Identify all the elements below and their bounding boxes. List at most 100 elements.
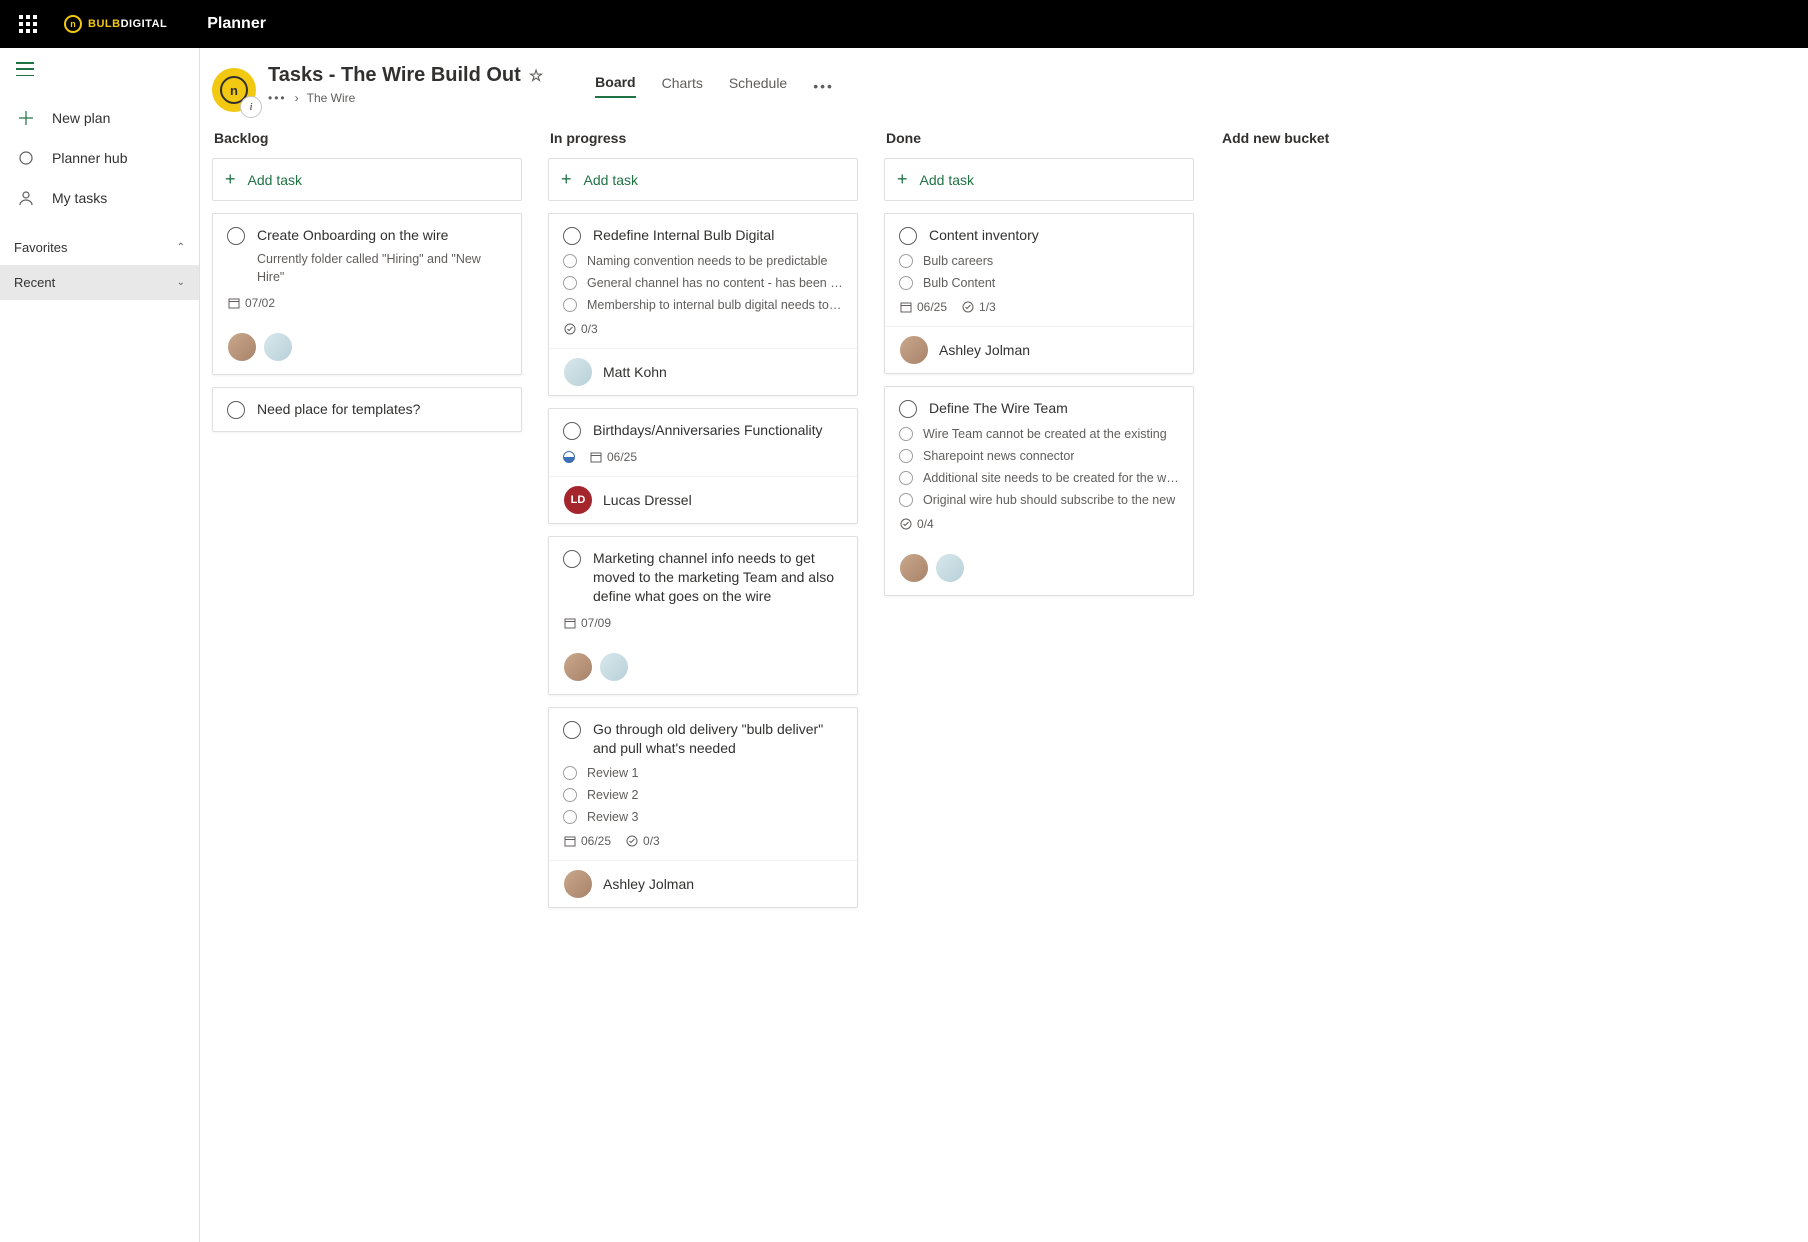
task-card[interactable]: Birthdays/Anniversaries Functionality06/… — [548, 408, 858, 524]
assignee-name: Ashley Jolman — [603, 876, 694, 892]
checklist-item-label: Review 1 — [587, 766, 638, 780]
avatar[interactable] — [899, 553, 929, 583]
add-task-button[interactable]: +Add task — [548, 158, 858, 201]
task-assignee[interactable]: Ashley Jolman — [549, 860, 857, 907]
task-title: Create Onboarding on the wire — [257, 226, 448, 245]
tab-board[interactable]: Board — [595, 74, 635, 98]
tab-schedule[interactable]: Schedule — [729, 75, 787, 97]
checklist-item[interactable]: Original wire hub should subscribe to th… — [899, 492, 1179, 507]
progress-icon — [961, 301, 974, 314]
favorites-section[interactable]: Favorites ⌃ — [0, 230, 199, 265]
add-task-button[interactable]: +Add task — [884, 158, 1194, 201]
task-assignee[interactable]: LD Lucas Dressel — [549, 476, 857, 523]
task-assignees[interactable] — [885, 543, 1193, 595]
add-bucket-button[interactable]: Add new bucket — [1220, 126, 1331, 150]
new-plan-button[interactable]: New plan — [0, 98, 199, 138]
recent-section[interactable]: Recent ⌄ — [0, 265, 199, 300]
bucket-title[interactable]: Done — [884, 126, 1194, 158]
task-card[interactable]: Content inventoryBulb careersBulb Conten… — [884, 213, 1194, 374]
checklist-item[interactable]: Naming convention needs to be predictabl… — [563, 253, 843, 268]
app-launcher-icon[interactable] — [12, 8, 44, 40]
task-meta: 0/3 — [563, 322, 843, 336]
complete-circle-icon[interactable] — [563, 422, 581, 440]
breadcrumb-more-icon[interactable]: ••• — [268, 91, 287, 105]
checklist-item[interactable]: Membership to internal bulb digital need… — [563, 297, 843, 312]
avatar[interactable] — [563, 652, 593, 682]
my-tasks-link[interactable]: My tasks — [0, 178, 199, 218]
checklist-circle-icon[interactable] — [563, 298, 577, 312]
checklist-item-label: Wire Team cannot be created at the exist… — [923, 427, 1167, 441]
avatar[interactable]: LD — [563, 485, 593, 515]
plan-avatar[interactable]: n i — [212, 68, 256, 112]
avatar[interactable] — [563, 869, 593, 899]
task-assignees[interactable] — [213, 322, 521, 374]
checklist-item[interactable]: Bulb careers — [899, 253, 1179, 268]
planner-hub-link[interactable]: Planner hub — [0, 138, 199, 178]
checklist-circle-icon[interactable] — [563, 254, 577, 268]
checklist-circle-icon[interactable] — [899, 254, 913, 268]
task-assignees[interactable] — [549, 642, 857, 694]
checklist-circle-icon[interactable] — [563, 276, 577, 290]
avatar[interactable] — [599, 652, 629, 682]
avatar[interactable] — [935, 553, 965, 583]
avatar[interactable] — [263, 332, 293, 362]
task-assignee[interactable]: Ashley Jolman — [885, 326, 1193, 373]
task-assignee[interactable]: Matt Kohn — [549, 348, 857, 395]
checklist-circle-icon[interactable] — [899, 493, 913, 507]
hamburger-icon[interactable] — [0, 48, 199, 90]
task-meta: 06/25 — [563, 450, 843, 464]
favorite-star-icon[interactable]: ☆ — [529, 66, 543, 86]
calendar-icon — [563, 616, 576, 629]
avatar[interactable] — [563, 357, 593, 387]
checklist-item-label: Review 3 — [587, 810, 638, 824]
checklist-circle-icon[interactable] — [899, 471, 913, 485]
tab-more-icon[interactable]: ••• — [813, 78, 834, 94]
task-card[interactable]: Marketing channel info needs to get move… — [548, 536, 858, 695]
complete-circle-icon[interactable] — [563, 550, 581, 568]
complete-circle-icon[interactable] — [899, 400, 917, 418]
bucket-title[interactable]: In progress — [548, 126, 858, 158]
checklist-circle-icon[interactable] — [563, 788, 577, 802]
task-card[interactable]: Define The Wire TeamWire Team cannot be … — [884, 386, 1194, 596]
checklist-item[interactable]: Additional site needs to be created for … — [899, 470, 1179, 485]
task-card[interactable]: Need place for templates? — [212, 387, 522, 432]
calendar-icon — [563, 835, 576, 848]
task-card[interactable]: Create Onboarding on the wire Currently f… — [212, 213, 522, 375]
complete-circle-icon[interactable] — [563, 227, 581, 245]
checklist-circle-icon[interactable] — [563, 810, 577, 824]
brand-logo[interactable]: n BULBDIGITAL — [64, 15, 167, 33]
tab-charts[interactable]: Charts — [662, 75, 703, 97]
plus-icon: + — [561, 169, 572, 190]
complete-circle-icon[interactable] — [227, 227, 245, 245]
checklist-item[interactable]: Review 3 — [563, 809, 843, 824]
task-title: Marketing channel info needs to get move… — [593, 549, 843, 606]
complete-circle-icon[interactable] — [563, 721, 581, 739]
checklist-circle-icon[interactable] — [563, 766, 577, 780]
task-card[interactable]: Redefine Internal Bulb DigitalNaming con… — [548, 213, 858, 396]
avatar[interactable] — [899, 335, 929, 365]
checklist-item[interactable]: Sharepoint news connector — [899, 448, 1179, 463]
checklist-circle-icon[interactable] — [899, 427, 913, 441]
breadcrumb-parent[interactable]: The Wire — [307, 91, 356, 105]
bucket-title[interactable]: Backlog — [212, 126, 522, 158]
my-tasks-label: My tasks — [52, 190, 107, 206]
bucket: Done+Add task Content inventoryBulb caree… — [884, 126, 1194, 608]
complete-circle-icon[interactable] — [227, 401, 245, 419]
checklist-item[interactable]: Wire Team cannot be created at the exist… — [899, 426, 1179, 441]
checklist-item[interactable]: Bulb Content — [899, 275, 1179, 290]
info-icon[interactable]: i — [240, 96, 262, 118]
due-date: 06/25 — [589, 450, 637, 464]
add-task-button[interactable]: +Add task — [212, 158, 522, 201]
checklist-item[interactable]: Review 1 — [563, 765, 843, 780]
checklist-circle-icon[interactable] — [899, 276, 913, 290]
app-name[interactable]: Planner — [207, 15, 266, 33]
task-description: Currently folder called "Hiring" and "Ne… — [257, 251, 507, 286]
checklist-circle-icon[interactable] — [899, 449, 913, 463]
checklist-item[interactable]: General channel has no content - has bee… — [563, 275, 843, 290]
assignee-name: Ashley Jolman — [939, 342, 1030, 358]
task-card[interactable]: Go through old delivery "bulb deliver" a… — [548, 707, 858, 909]
assignee-name: Lucas Dressel — [603, 492, 692, 508]
avatar[interactable] — [227, 332, 257, 362]
complete-circle-icon[interactable] — [899, 227, 917, 245]
checklist-item[interactable]: Review 2 — [563, 787, 843, 802]
